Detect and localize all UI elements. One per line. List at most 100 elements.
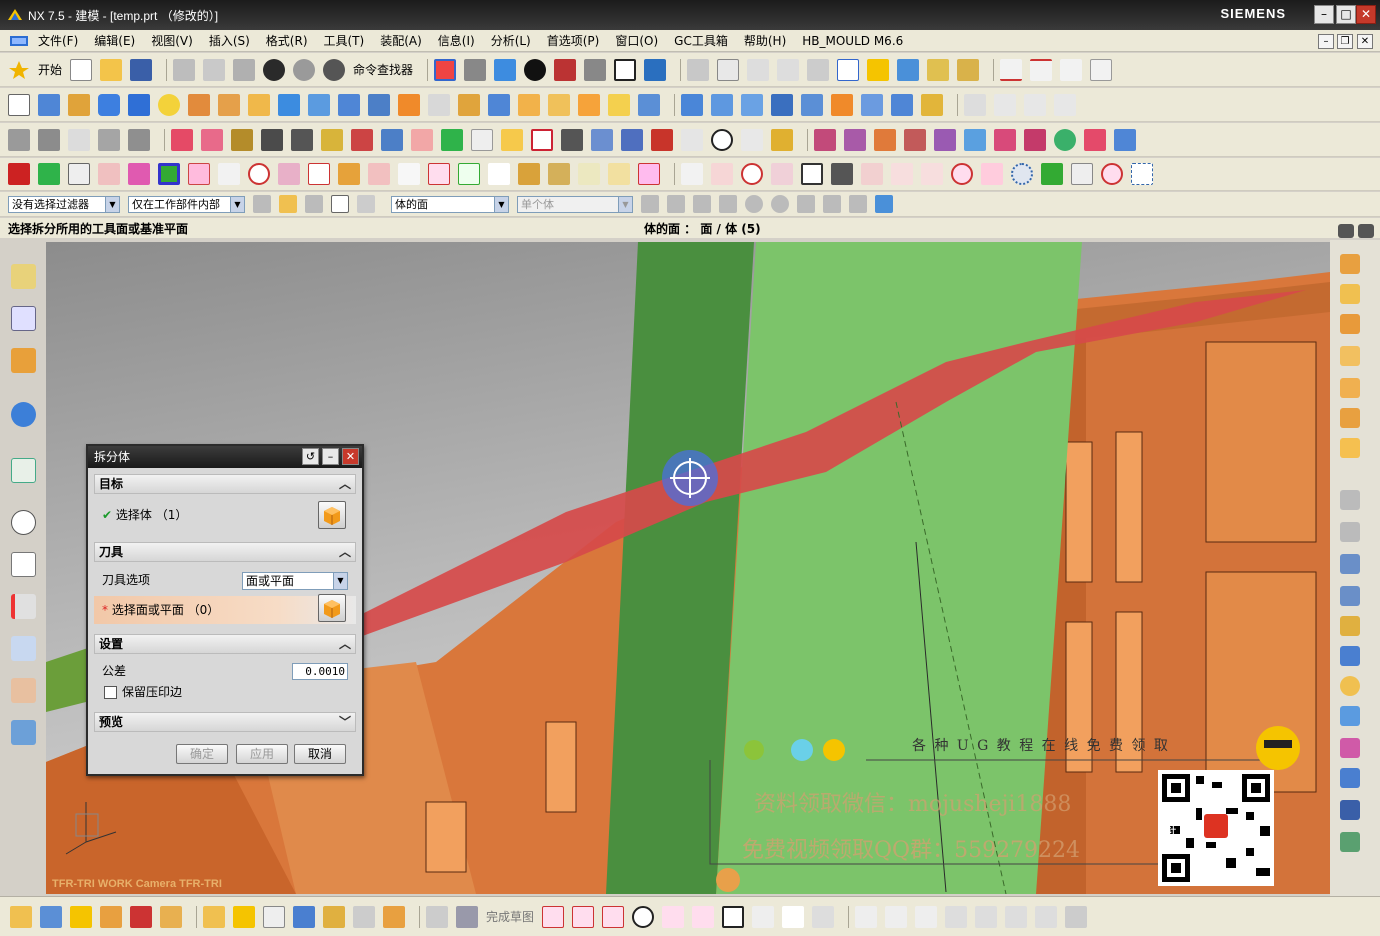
calculator-icon[interactable] [561, 128, 583, 151]
menu-assembly[interactable]: 装配(A) [372, 32, 430, 49]
sketch-icon[interactable] [8, 93, 30, 116]
process-studio-icon[interactable] [11, 594, 36, 619]
sketch-polygon-icon[interactable] [812, 905, 835, 928]
close-button[interactable]: ✕ [1356, 5, 1376, 24]
grid-dark-icon[interactable] [831, 163, 853, 185]
pattern-icon[interactable] [638, 93, 660, 116]
thickness-icon[interactable] [1340, 768, 1360, 788]
cross-section-icon[interactable] [501, 128, 523, 151]
wrap-geometry-icon[interactable] [1340, 378, 1360, 398]
pocket-icon[interactable] [248, 93, 270, 116]
cooling-icon[interactable] [964, 128, 986, 151]
diamond-red-icon[interactable] [428, 163, 450, 185]
system-scenes-icon[interactable] [11, 720, 36, 745]
command-finder-button[interactable]: 命令查找器 [353, 61, 413, 78]
wcs-rotate-icon[interactable] [777, 58, 800, 81]
electrode-icon[interactable] [994, 128, 1016, 151]
sketch-quick-trim-icon[interactable] [975, 905, 998, 928]
wcs-origin-icon[interactable] [747, 58, 770, 81]
clock-icon[interactable] [711, 128, 733, 151]
paste-icon[interactable] [233, 58, 256, 81]
menu-analysis[interactable]: 分析(L) [483, 32, 539, 49]
shell-icon[interactable] [488, 93, 510, 116]
snap-on-curve-icon[interactable] [823, 195, 841, 213]
chamfer-icon[interactable] [428, 93, 450, 116]
split-body-icon[interactable] [548, 93, 570, 116]
close-dialog-icon[interactable]: ✕ [342, 448, 359, 465]
tool-option-dropdown[interactable]: 面或平面 ▼ [242, 572, 348, 590]
gear-icon[interactable] [1011, 163, 1033, 185]
apply-button[interactable]: 应用 [236, 744, 288, 764]
measure-angle-icon[interactable] [1340, 522, 1360, 542]
reset-icon[interactable]: ↺ [302, 448, 319, 465]
stripes-icon[interactable] [338, 163, 360, 185]
datum-csys-icon[interactable] [717, 58, 740, 81]
parting-icon[interactable] [844, 128, 866, 151]
line-icon[interactable] [1000, 58, 1023, 81]
sew-icon[interactable] [891, 93, 913, 116]
lines-icon[interactable] [621, 128, 643, 151]
assembly-navigator-icon[interactable] [11, 264, 36, 289]
boolean-intersect-icon[interactable] [1340, 314, 1360, 334]
make-tangent-icon[interactable] [261, 128, 283, 151]
selection-icon[interactable] [897, 58, 920, 81]
cylinder-icon[interactable] [98, 93, 120, 116]
replace-face-icon[interactable] [98, 128, 120, 151]
select-body-row[interactable]: ✔ 选择体 （1） [94, 504, 356, 526]
swept-icon[interactable] [771, 93, 793, 116]
linear-dimension-icon[interactable] [411, 128, 433, 151]
sketch-mirror-icon[interactable] [130, 905, 152, 928]
slash-icon[interactable] [681, 163, 703, 185]
menu-hb-mould[interactable]: HB_MOULD M6.6 [794, 34, 911, 48]
resize-blend-icon[interactable] [128, 128, 150, 151]
assembly-nav-icon[interactable] [1114, 128, 1136, 151]
snap-control-icon[interactable] [693, 195, 711, 213]
snap-point-icon[interactable] [867, 58, 890, 81]
ejector-icon[interactable] [904, 128, 926, 151]
sketch-start-icon[interactable] [10, 905, 32, 928]
section-analysis-icon[interactable] [1340, 738, 1360, 758]
panel-float-icon[interactable] [1358, 224, 1374, 238]
menu-preferences[interactable]: 首选项(P) [539, 32, 608, 49]
snap-midpoint-icon[interactable] [667, 195, 685, 213]
make-parallel-icon[interactable] [321, 128, 343, 151]
thicken-icon[interactable] [578, 93, 600, 116]
text-icon[interactable] [1090, 58, 1113, 81]
patch-icon[interactable] [921, 93, 943, 116]
orient-view-icon[interactable] [644, 58, 667, 81]
rotate-view-icon[interactable] [464, 58, 487, 81]
sketch-move-icon[interactable] [100, 905, 122, 928]
ruled-surface-icon[interactable] [711, 93, 733, 116]
undo-icon[interactable] [263, 58, 286, 81]
target-icon[interactable] [248, 163, 270, 185]
layer-settings-icon[interactable] [687, 58, 710, 81]
menu-format[interactable]: 格式(R) [258, 32, 316, 49]
examine-geometry-icon[interactable] [1340, 800, 1360, 820]
revolve-icon[interactable] [68, 93, 90, 116]
offset-region-icon[interactable] [68, 128, 90, 151]
triangle-icon[interactable] [741, 128, 763, 151]
ruler-icon[interactable] [957, 58, 980, 81]
delete-face-icon[interactable] [171, 128, 193, 151]
sketch-pattern-icon[interactable] [1065, 905, 1088, 928]
copy-icon[interactable] [203, 58, 226, 81]
tolerance-input[interactable]: 0.0010 [292, 663, 348, 680]
sketch-relations-icon[interactable] [323, 905, 345, 928]
move-face-icon[interactable] [8, 128, 30, 151]
curve-analysis-icon[interactable] [964, 93, 986, 116]
corner-icon[interactable] [861, 163, 883, 185]
slope-icon[interactable] [1340, 706, 1360, 726]
finish-sketch-icon[interactable] [456, 905, 478, 928]
bom-icon[interactable] [1024, 128, 1046, 151]
pull-face-icon[interactable] [38, 128, 60, 151]
draft-icon[interactable] [458, 93, 480, 116]
profile-icon[interactable] [542, 905, 565, 928]
sketch-fillet-icon[interactable] [383, 905, 405, 928]
bounded-plane-icon[interactable] [831, 93, 853, 116]
refresh-red-icon[interactable] [741, 163, 763, 185]
grid-green-icon[interactable] [1041, 163, 1063, 185]
manufacturing-wizard-icon[interactable] [11, 636, 36, 661]
open-folder-icon[interactable] [100, 58, 123, 81]
angular-dimension-icon[interactable] [441, 128, 463, 151]
part-navigator-icon[interactable] [11, 348, 36, 373]
